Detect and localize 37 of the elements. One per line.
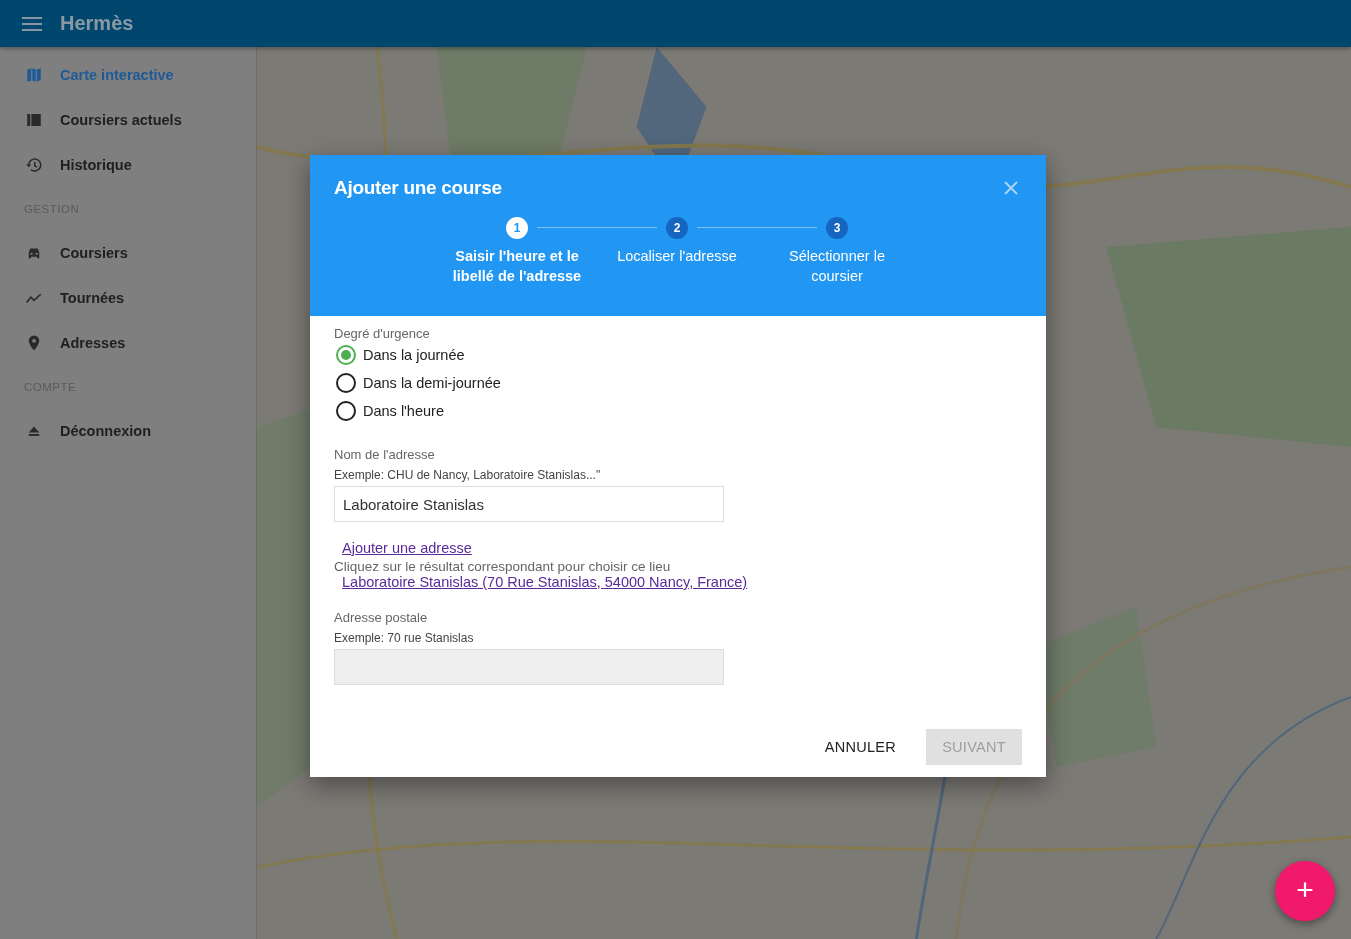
radio-button[interactable] [336,373,356,393]
step[interactable]: 2 Localiser l'adresse [597,216,757,286]
step-label: Localiser l'adresse [616,247,738,266]
sidebar-item[interactable]: Coursiers actuels [0,97,256,142]
close-icon[interactable] [1004,181,1018,195]
sidebar-item[interactable]: Adresses [0,320,256,365]
radio-label: Dans l'heure [363,403,444,419]
radio-label: Dans la journée [363,347,465,363]
step[interactable]: 1 Saisir l'heure et le libellé de l'adresse [437,216,597,286]
dialog-title: Ajouter une course [334,177,502,199]
add-address-link[interactable]: Ajouter une adresse [342,540,472,556]
history-icon [25,155,43,174]
field-label: Nom de l'adresse [334,447,435,462]
step-number: 3 [826,217,848,239]
field-label: Degré d'urgence [334,326,430,341]
sidebar-item[interactable]: Déconnexion [0,408,256,453]
radio-button[interactable] [336,401,356,421]
app-title: Hermès [60,12,134,35]
radio-button[interactable] [336,345,356,365]
step-number: 1 [506,217,528,239]
field-hint: Exemple: CHU de Nancy, Laboratoire Stanislas..." [334,468,601,482]
field-label: Adresse postale [334,610,428,625]
sidebar-item[interactable]: Tournées [0,275,256,320]
step-label: Saisir l'heure et le libellé de l'adresse [451,247,583,286]
sidebar-item[interactable]: Historique [0,142,256,187]
step-label: Sélectionner le coursier [788,247,886,286]
result-link[interactable]: Laboratoire Stanislas (70 Rue Stanislas, 54000 Nancy, France) [342,574,748,590]
radio-label: Dans la demi-journée [363,375,501,391]
cancel-button[interactable]: ANNULER [808,729,913,765]
map-icon [25,65,43,84]
instruction-text: Cliquez sur le résultat correspondant pour choisir ce lieu [334,559,671,574]
step-number: 2 [666,217,688,239]
input-field[interactable]: Laboratoire Stanislas [334,486,724,522]
sidebar-item[interactable]: Coursiers [0,230,256,275]
menu-icon[interactable] [22,16,42,31]
step[interactable]: 3 Sélectionner le coursier [757,216,917,286]
field-hint: Exemple: 70 rue Stanislas [334,631,474,645]
